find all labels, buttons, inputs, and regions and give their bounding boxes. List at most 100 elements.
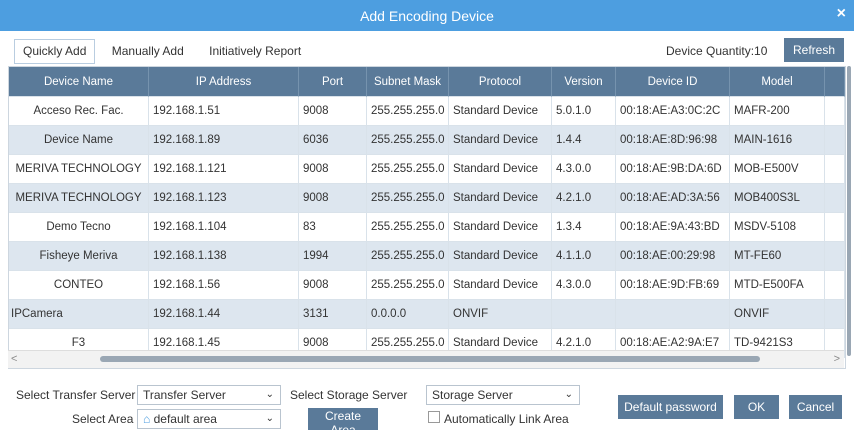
auto-link-checkbox[interactable] [428,411,440,423]
port-cell: 9008 [299,184,367,213]
ip-address-cell: 192.168.1.44 [149,300,299,329]
ok-button[interactable]: OK [734,395,779,419]
table-row[interactable]: CONTEO 192.168.1.56 9008 255.255.255.0 Stand… [9,271,845,300]
protocol-cell: Standard Device [449,242,552,271]
vertical-scroll-thumb[interactable] [847,66,851,356]
table-row[interactable]: Fisheye Meriva 192.168.1.138 1994 255.255.2… [9,242,845,271]
scroll-right-icon[interactable]: > [834,353,840,365]
device-name-cell: CONTEO [9,271,149,300]
subnet-mask-cell: 255.255.255.0 [367,271,449,300]
port-cell: 9008 [299,271,367,300]
model-cell: MT-FE60 [730,242,825,271]
table-row[interactable]: Demo Tecno 192.168.1.104 83 255.255.255.0 St… [9,213,845,242]
device-name-cell: Device Name [9,126,149,155]
table-row[interactable]: Acceso Rec. Fac. 192.168.1.51 9008 255.255.… [9,97,845,126]
cancel-button[interactable]: Cancel [789,395,842,419]
device-id-cell: 00:18:AE:A3:0C:2C [616,97,730,126]
protocol-cell: Standard Device [449,97,552,126]
auto-link-label: Automatically Link Area [444,412,569,426]
close-icon[interactable]: × [837,5,846,23]
port-cell: 3131 [299,300,367,329]
table-row[interactable]: Device Name 192.168.1.89 6036 255.255.255.0… [9,126,845,155]
extra-cell [825,126,845,155]
version-cell: 4.2.1.0 [552,184,616,213]
port-cell: 83 [299,213,367,242]
device-name-cell: Demo Tecno [9,213,149,242]
extra-cell [825,271,845,300]
protocol-cell: Standard Device [449,184,552,213]
subnet-mask-cell: 255.255.255.0 [367,242,449,271]
tab-initiatively-report[interactable]: Initiatively Report [200,39,310,64]
protocol-cell: ONVIF [449,300,552,329]
ip-address-cell: 192.168.1.104 [149,213,299,242]
ip-address-cell: 192.168.1.123 [149,184,299,213]
port-cell: 9008 [299,155,367,184]
horizontal-scrollbar[interactable]: < > [8,350,844,368]
column-header-version[interactable]: Version [552,67,616,97]
protocol-cell: Standard Device [449,155,552,184]
version-cell: 4.3.0.0 [552,271,616,300]
model-cell: MSDV-5108 [730,213,825,242]
model-cell: MAIN-1616 [730,126,825,155]
column-header-protocol[interactable]: Protocol [449,67,552,97]
transfer-server-value: Transfer Server [143,388,226,402]
transfer-server-select[interactable]: Transfer Server ⌄ [137,385,281,405]
version-cell: 1.4.4 [552,126,616,155]
device-id-cell: 00:18:AE:00:29:98 [616,242,730,271]
column-header-device-name[interactable]: Device Name [9,67,149,97]
version-cell: 4.3.0.0 [552,155,616,184]
subnet-mask-cell: 0.0.0.0 [367,300,449,329]
device-quantity: Device Quantity:10 [666,44,768,58]
storage-server-select[interactable]: Storage Server ⌄ [426,385,580,405]
table-row[interactable]: MERIVA TECHNOLOGY 192.168.1.123 9008 255.25… [9,184,845,213]
subnet-mask-cell: 255.255.255.0 [367,213,449,242]
port-cell: 1994 [299,242,367,271]
area-label: Select Area [72,412,134,426]
device-table: Device Name IP Address Port Subnet Mask … [8,66,846,369]
version-cell [552,300,616,329]
column-header-subnet-mask[interactable]: Subnet Mask [367,67,449,97]
device-name-cell: Acceso Rec. Fac. [9,97,149,126]
vertical-scrollbar[interactable] [847,66,853,356]
table-row[interactable]: IPCamera 192.168.1.44 3131 0.0.0.0 ONVIF ONVI… [9,300,845,329]
device-name-cell: MERIVA TECHNOLOGY [9,155,149,184]
device-id-cell [616,300,730,329]
model-cell: ONVIF [730,300,825,329]
column-header-ip-address[interactable]: IP Address [149,67,299,97]
column-header-device-id[interactable]: Device ID [616,67,730,97]
model-cell: MAFR-200 [730,97,825,126]
device-id-cell: 00:18:AE:AD:3A:56 [616,184,730,213]
port-cell: 6036 [299,126,367,155]
tab-quickly-add[interactable]: Quickly Add [14,39,96,64]
port-cell: 9008 [299,97,367,126]
version-cell: 1.3.4 [552,213,616,242]
area-value: default area [153,412,217,426]
create-area-button[interactable]: Create Area [308,408,378,437]
ip-address-cell: 192.168.1.51 [149,97,299,126]
table-header: Device Name IP Address Port Subnet Mask … [9,67,845,97]
version-cell: 4.1.1.0 [552,242,616,271]
device-name-cell: IPCamera [9,300,149,329]
version-cell: 5.0.1.0 [552,97,616,126]
scroll-left-icon[interactable]: < [11,353,17,365]
horizontal-scroll-thumb[interactable] [100,356,760,362]
device-id-cell: 00:18:AE:8D:96:98 [616,126,730,155]
extra-cell [825,97,845,126]
column-header-port[interactable]: Port [299,67,367,97]
window-title: Add Encoding Device [360,8,494,24]
ip-address-cell: 192.168.1.121 [149,155,299,184]
protocol-cell: Standard Device [449,213,552,242]
subnet-mask-cell: 255.255.255.0 [367,184,449,213]
refresh-button[interactable]: Refresh [784,38,844,62]
column-header-model[interactable]: Model [730,67,825,97]
ip-address-cell: 192.168.1.56 [149,271,299,300]
storage-server-label: Select Storage Server [290,388,408,402]
protocol-cell: Standard Device [449,126,552,155]
home-icon: ⌂ [143,412,151,426]
extra-cell [825,300,845,329]
tab-manually-add[interactable]: Manually Add [103,39,193,64]
table-row[interactable]: MERIVA TECHNOLOGY 192.168.1.121 9008 255.25… [9,155,845,184]
default-password-button[interactable]: Default password [618,395,723,419]
chevron-down-icon: ⌄ [265,413,274,424]
area-select[interactable]: ⌂ default area ⌄ [137,409,281,429]
